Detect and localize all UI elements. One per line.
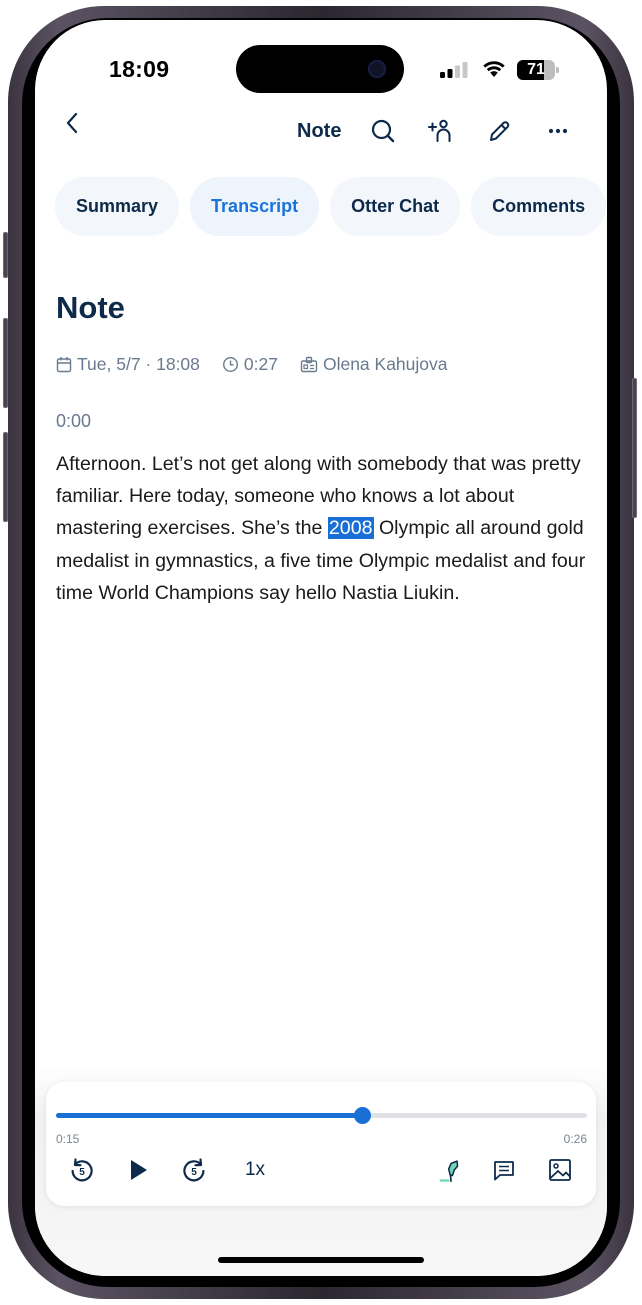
forward-5-icon[interactable]: 5 bbox=[180, 1156, 208, 1184]
remaining-time: 0:26 bbox=[563, 1132, 587, 1146]
tab-bar: Summary Transcript Otter Chat Comments bbox=[55, 177, 607, 236]
tab-summary[interactable]: Summary bbox=[55, 177, 180, 236]
id-badge-icon bbox=[300, 356, 318, 373]
wifi-icon bbox=[483, 61, 505, 77]
status-time: 18:09 bbox=[109, 56, 170, 82]
calendar-icon bbox=[56, 357, 72, 373]
meta-duration: 0:27 bbox=[222, 354, 278, 375]
audio-player: 0:15 0:26 5 5 1x bbox=[46, 1082, 596, 1206]
add-person-icon[interactable] bbox=[425, 116, 455, 146]
meta-owner-text: Olena Kahujova bbox=[322, 354, 448, 374]
meta-owner[interactable]: Olena Kahujova bbox=[300, 354, 448, 375]
rewind-5-icon[interactable]: 5 bbox=[68, 1156, 96, 1184]
battery-indicator: 71 bbox=[517, 60, 559, 80]
playback-speed-button[interactable]: 1x bbox=[239, 1156, 271, 1184]
home-indicator[interactable] bbox=[218, 1257, 424, 1263]
elapsed-time: 0:15 bbox=[56, 1132, 80, 1146]
battery-body: 71 bbox=[517, 60, 555, 80]
rewind-seconds: 5 bbox=[79, 1167, 85, 1178]
segment-timestamp[interactable]: 0:00 bbox=[56, 411, 91, 432]
playback-highlighted-word[interactable]: 2008 bbox=[327, 517, 374, 540]
play-icon[interactable] bbox=[124, 1156, 152, 1184]
screen: 18:09 71 Note Summary Transcript Otter C… bbox=[35, 20, 607, 1276]
pencil-icon[interactable] bbox=[484, 116, 514, 146]
dynamic-island bbox=[236, 45, 404, 93]
note-meta: Tue, 5/7 · 18:08 0:27 Olena Kahujova bbox=[56, 354, 470, 375]
clock-icon bbox=[222, 356, 238, 373]
playback-scrubber[interactable] bbox=[56, 1107, 587, 1124]
back-button[interactable] bbox=[60, 108, 84, 138]
more-options-icon[interactable] bbox=[543, 116, 573, 146]
scrubber-handle[interactable] bbox=[353, 1107, 371, 1124]
volume-down-button bbox=[3, 432, 8, 522]
search-icon[interactable] bbox=[368, 116, 398, 146]
meta-date-text: Tue, 5/7 · 18:08 bbox=[77, 354, 200, 374]
tab-transcript[interactable]: Transcript bbox=[190, 177, 320, 236]
meta-date: Tue, 5/7 · 18:08 bbox=[56, 354, 200, 375]
battery-percent: 71 bbox=[527, 61, 545, 78]
note-title[interactable]: Note bbox=[56, 290, 125, 326]
front-camera bbox=[368, 60, 386, 78]
image-icon[interactable] bbox=[546, 1156, 574, 1184]
tab-comments[interactable]: Comments bbox=[471, 177, 607, 236]
battery-nub bbox=[556, 67, 559, 73]
tab-otter-chat[interactable]: Otter Chat bbox=[330, 177, 461, 236]
power-button bbox=[632, 378, 637, 518]
comment-icon[interactable] bbox=[490, 1156, 518, 1184]
highlight-icon[interactable] bbox=[436, 1156, 466, 1184]
meta-duration-text: 0:27 bbox=[243, 354, 278, 374]
cellular-signal-icon bbox=[440, 62, 468, 78]
forward-seconds: 5 bbox=[191, 1167, 197, 1178]
action-button bbox=[3, 232, 8, 278]
volume-up-button bbox=[3, 318, 8, 408]
transcript-text[interactable]: Afternoon. Let’s not get along with some… bbox=[56, 448, 586, 609]
playback-progress bbox=[56, 1113, 362, 1118]
nav-title: Note bbox=[297, 120, 342, 142]
